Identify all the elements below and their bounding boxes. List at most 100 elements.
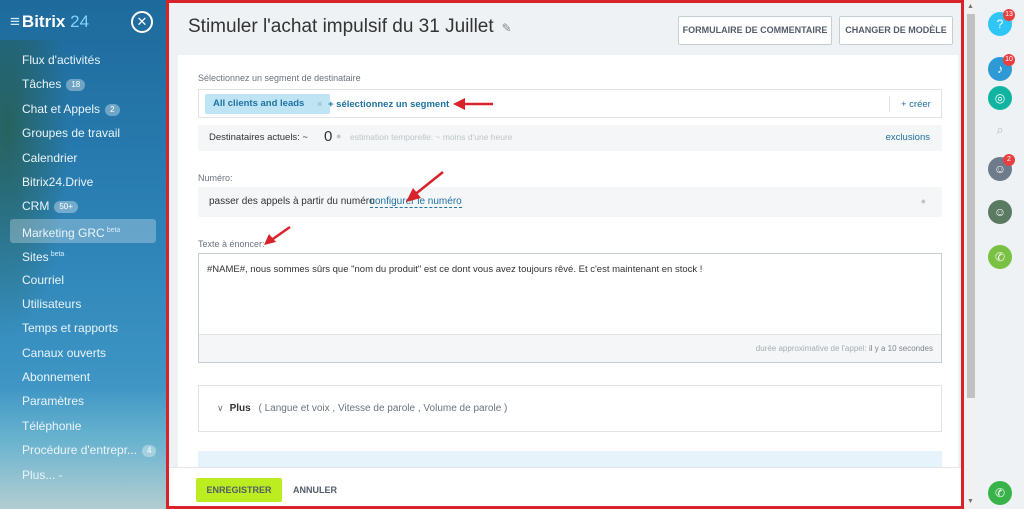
sidebar-item[interactable]: Courriel xyxy=(0,268,166,292)
sidebar-item[interactable]: Chat et Appels 2 xyxy=(0,97,166,121)
sidebar-item-label: Marketing GRC xyxy=(22,225,105,240)
avatar-badge: 2 xyxy=(1003,154,1015,166)
select-segment-link[interactable]: + sélectionnez un segment xyxy=(328,99,449,110)
save-button[interactable]: ENREGISTRER xyxy=(196,478,282,502)
sidebar-menu: Flux d'activités Tâches 18 Chat et Appels 2 G… xyxy=(0,48,166,487)
sidebar-item[interactable]: Abonnement xyxy=(0,365,166,389)
segment-selector: All clients and leads × + sélectionnez u… xyxy=(198,89,942,118)
sidebar-item-label: Canaux ouverts xyxy=(22,345,107,360)
info-strip xyxy=(198,451,942,467)
sidebar-item-label: Utilisateurs xyxy=(22,296,82,311)
sidebar-item[interactable]: Bitrix24.Drive xyxy=(0,170,166,194)
chip-remove-icon[interactable]: × xyxy=(317,94,322,114)
sidebar-item-label: Sites xyxy=(22,250,49,265)
red-arrow-icon xyxy=(264,225,291,245)
sidebar-item[interactable]: Sites beta xyxy=(0,243,166,267)
duration-value: il y a 10 secondes xyxy=(868,344,933,353)
sidebar-item[interactable]: Temps et rapports xyxy=(0,316,166,340)
user-avatar[interactable]: ☺ xyxy=(988,200,1012,224)
scrollbar-thumb[interactable] xyxy=(967,14,975,398)
segment-label: Sélectionnez un segment de destinataire xyxy=(198,73,361,83)
sidebar-item[interactable]: Tâches 18 xyxy=(0,72,166,96)
more-options-toggle[interactable]: ∨ Plus ( Langue et voix , Vitesse de paro… xyxy=(198,385,942,432)
sidebar-item-label: Groupes de travail xyxy=(22,126,121,141)
phone-call-icon[interactable]: ✆ xyxy=(988,245,1012,269)
edit-pencil-icon[interactable]: ✎ xyxy=(502,21,512,35)
left-sidebar: ≡ Bitrix 24 ✕ Flux d'activités Tâches 18 Cha… xyxy=(0,0,166,509)
sidebar-item-badge: 50+ xyxy=(54,201,78,214)
speech-label: Texte à énoncer: xyxy=(198,239,265,249)
more-label: Plus xyxy=(229,403,251,414)
sidebar-item-label: Courriel xyxy=(22,272,65,287)
sidebar-item-label: Tâches xyxy=(22,77,62,92)
right-toolbar: ? 13 ♪ 10 ◎ ⌕ ☺ 2 ☺ ✆ ✆ xyxy=(978,0,1024,509)
notifications-bell-icon[interactable]: ♪ 10 xyxy=(988,54,1015,81)
sidebar-item[interactable]: Flux d'activités xyxy=(0,48,166,72)
form-body: Sélectionnez un segment de destinataire … xyxy=(178,55,958,467)
info-icon[interactable]: ● xyxy=(336,131,341,141)
page-title: Stimuler l'achat impulsif du 31 Juillet ✎ xyxy=(188,16,512,38)
sidebar-item-label: Temps et rapports xyxy=(22,321,119,336)
red-arrow-icon xyxy=(453,98,493,110)
sidebar-item-label: Flux d'activités xyxy=(22,53,101,67)
red-arrow-icon xyxy=(406,171,444,202)
search-icon[interactable]: ⌕ xyxy=(988,118,1012,142)
sidebar-item-beta: beta xyxy=(106,226,121,234)
logo-text: Bitrix xyxy=(21,12,66,31)
scrollbar[interactable]: ▲ ▼ xyxy=(964,0,978,509)
recipients-count: 0 xyxy=(324,128,333,145)
sidebar-item[interactable]: Groupes de travail xyxy=(0,121,166,145)
sidebar-item-label: Abonnement xyxy=(22,370,91,385)
sidebar-item[interactable]: Utilisateurs xyxy=(0,292,166,316)
number-row: passer des appels à partir du numéro con… xyxy=(198,171,942,217)
scroll-down-icon[interactable]: ▼ xyxy=(967,498,974,505)
create-segment-link[interactable]: + créer xyxy=(901,99,931,110)
help-question-icon[interactable]: ? 13 xyxy=(988,9,1015,36)
logo-number: 24 xyxy=(70,12,90,31)
panel-footer: ENREGISTRER ANNULER xyxy=(169,467,961,506)
speech-text: #NAME#, nous sommes sûrs que "nom du pro… xyxy=(207,264,703,275)
sidebar-item[interactable]: Paramètres xyxy=(0,389,166,413)
speech-textarea[interactable]: #NAME#, nous sommes sûrs que "nom du pro… xyxy=(198,253,942,363)
user-avatar-group[interactable]: ☺ 2 xyxy=(988,154,1015,181)
sidebar-item-label: CRM xyxy=(22,199,50,214)
time-estimate: estimation temporelle: ~ moins d'une heu… xyxy=(350,132,513,142)
phone-icon[interactable]: ✆ xyxy=(988,481,1012,505)
segment-chip-label: All clients and leads xyxy=(213,98,305,109)
sidebar-item-label: Bitrix24.Drive xyxy=(22,174,94,189)
recipients-label: Destinataires actuels: ~ xyxy=(209,132,309,143)
sidebar-item-badge: 18 xyxy=(66,79,86,92)
sidebar-item-label: Calendrier xyxy=(22,150,78,165)
open-channels-icon[interactable]: ◎ xyxy=(988,86,1012,110)
sidebar-item-label: Plus... - xyxy=(22,467,63,482)
scroll-up-icon[interactable]: ▲ xyxy=(967,3,974,10)
sidebar-item[interactable]: Téléphonie xyxy=(0,414,166,438)
help-icon[interactable]: ● xyxy=(921,196,926,206)
sidebar-item[interactable]: CRM 50+ xyxy=(0,194,166,218)
call-duration-footer: durée approximative de l'appel: il y a 1… xyxy=(199,334,941,362)
chevron-down-icon: ∨ xyxy=(217,403,224,413)
number-label: Numéro: xyxy=(198,173,233,183)
page-title-text: Stimuler l'achat impulsif du 31 Juillet xyxy=(188,16,494,37)
campaign-panel: Stimuler l'achat impulsif du 31 Juillet ✎… xyxy=(166,0,964,509)
sidebar-item[interactable]: Canaux ouverts xyxy=(0,341,166,365)
sidebar-item[interactable]: Marketing GRC beta xyxy=(10,218,156,244)
more-options-list: ( Langue et voix , Vitesse de parole , V… xyxy=(258,403,508,414)
sidebar-item-badge: 2 xyxy=(105,103,120,116)
sidebar-item[interactable]: Calendrier xyxy=(0,146,166,170)
divider xyxy=(889,96,890,112)
close-icon[interactable]: ✕ xyxy=(131,11,153,33)
menu-icon[interactable]: ≡ xyxy=(10,12,20,31)
sidebar-item[interactable]: Procédure d'entrepr... 4 xyxy=(0,438,166,462)
cancel-button[interactable]: ANNULER xyxy=(293,478,337,502)
sidebar-item[interactable]: Plus... - xyxy=(0,463,166,487)
sidebar-item-label: Procédure d'entrepr... xyxy=(22,443,138,458)
exclusions-link[interactable]: exclusions xyxy=(886,132,930,143)
change-template-button[interactable]: CHANGER DE MODÈLE xyxy=(839,16,953,45)
sidebar-item-badge: 4 xyxy=(142,445,157,458)
sidebar-item-label: Paramètres xyxy=(22,394,85,409)
sidebar-item-label: Téléphonie xyxy=(22,418,82,433)
feedback-form-button[interactable]: FORMULAIRE DE COMMENTAIRE xyxy=(678,16,832,45)
bitrix-logo[interactable]: ≡ Bitrix 24 xyxy=(10,12,89,32)
segment-chip[interactable]: All clients and leads × xyxy=(205,94,331,114)
